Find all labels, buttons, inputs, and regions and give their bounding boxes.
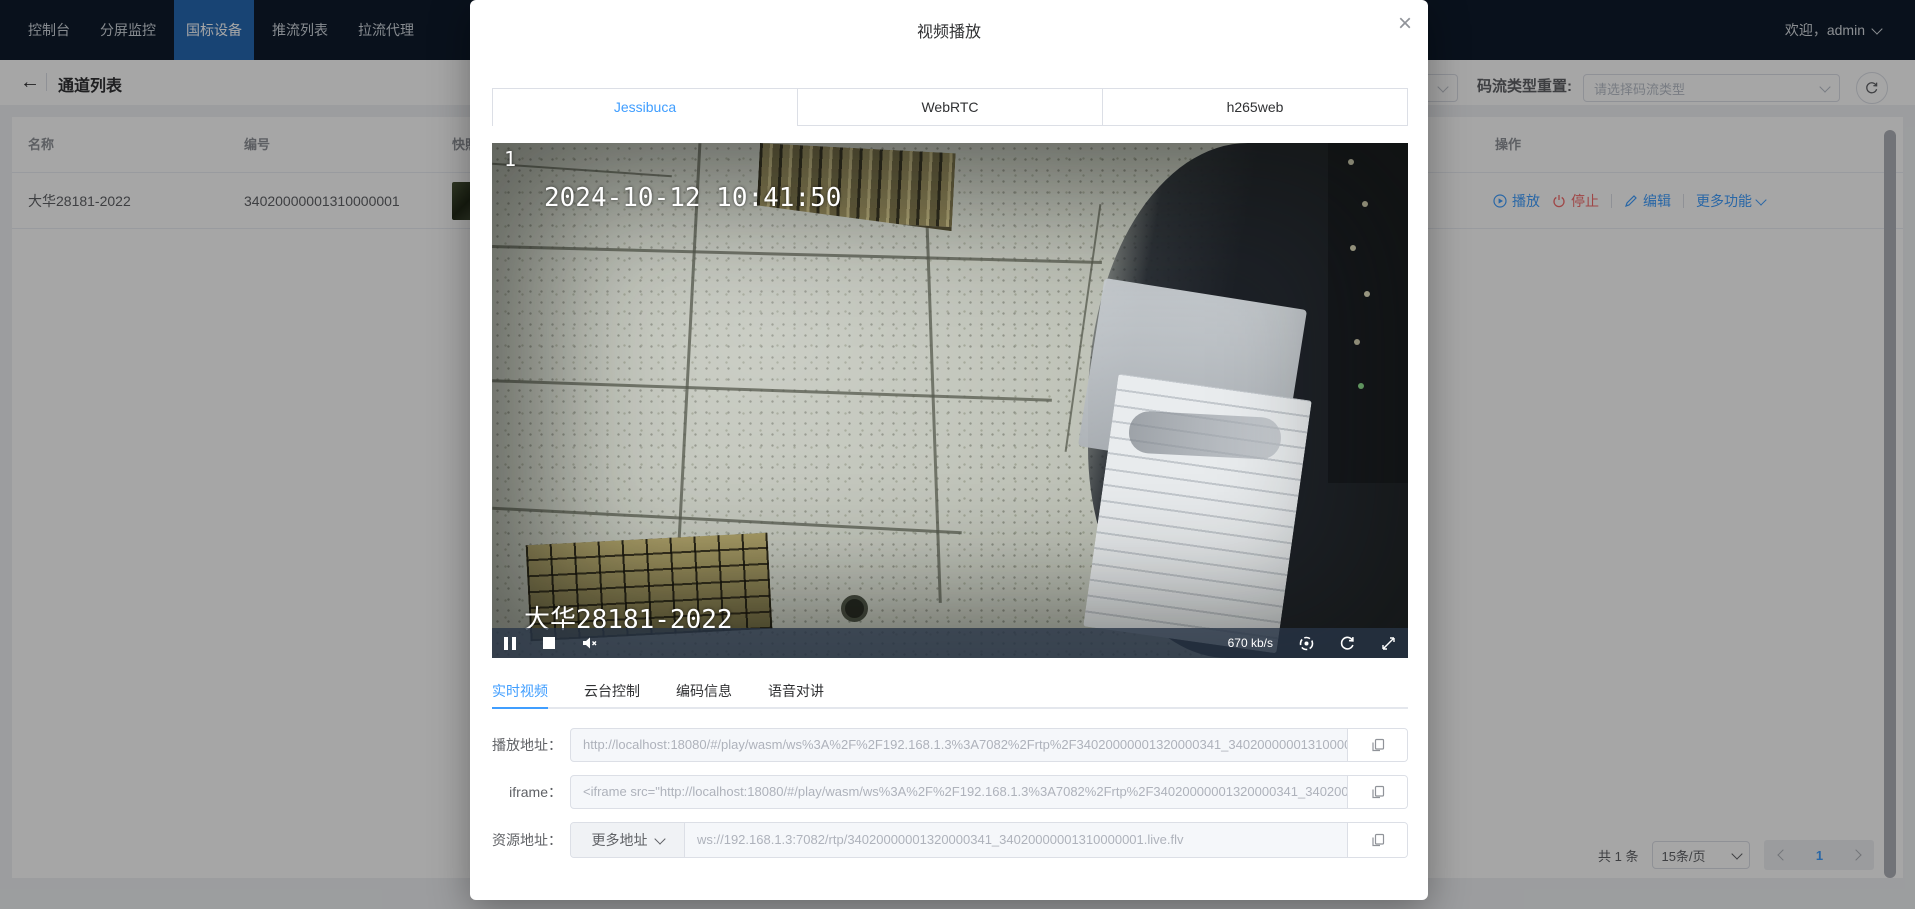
ceiling-grid-line — [492, 245, 1102, 264]
ceiling-fitting — [841, 595, 868, 622]
copy-icon — [1371, 738, 1385, 752]
fullscreen-button[interactable] — [1381, 636, 1396, 651]
tab-ptz-control[interactable]: 云台控制 — [584, 676, 640, 707]
player-control-bar: 670 kb/s — [492, 628, 1408, 658]
video-play-dialog: 视频播放 × Jessibuca WebRTC h265web 1 2024 — [470, 0, 1428, 900]
resource-url-input[interactable]: ws://192.168.1.3:7082/rtp/34020000001320… — [685, 823, 1347, 857]
aperture-icon — [1299, 636, 1314, 651]
play-url-group: http://localhost:18080/#/play/wasm/ws%3A… — [570, 728, 1408, 762]
form-row-resource-url: 资源地址： 更多地址 ws://192.168.1.3:7082/rtp/340… — [470, 822, 1428, 858]
volume-muted-icon — [582, 636, 598, 650]
reload-stream-button[interactable] — [1340, 636, 1355, 651]
osd-timestamp: 2024-10-12 10:41:50 — [544, 183, 841, 213]
expand-icon — [1381, 636, 1396, 651]
play-url-label: 播放地址： — [470, 728, 562, 762]
tab-live-video[interactable]: 实时视频 — [492, 676, 548, 707]
player-tabs: Jessibuca WebRTC h265web — [492, 88, 1408, 126]
ceiling-grid-line — [492, 163, 672, 178]
tab-voice-intercom[interactable]: 语音对讲 — [768, 676, 824, 707]
form-row-iframe: iframe： <iframe src="http://localhost:18… — [470, 775, 1428, 809]
copy-resource-url-button[interactable] — [1347, 823, 1407, 857]
iframe-group: <iframe src="http://localhost:18080/#/pl… — [570, 775, 1408, 809]
copy-play-url-button[interactable] — [1347, 729, 1407, 761]
tab-jessibuca[interactable]: Jessibuca — [493, 89, 797, 126]
dialog-title: 视频播放 — [470, 18, 1428, 42]
refresh-icon — [1340, 636, 1355, 651]
copy-icon — [1371, 833, 1385, 847]
info-tabs: 实时视频 云台控制 编码信息 语音对讲 — [492, 676, 1408, 709]
resource-url-label: 资源地址： — [470, 822, 562, 858]
copy-icon — [1371, 785, 1385, 799]
stop-playback-button[interactable] — [543, 637, 555, 649]
copy-iframe-button[interactable] — [1347, 776, 1407, 808]
iframe-label: iframe： — [470, 775, 562, 809]
ceiling-grid-line — [925, 213, 942, 603]
monitor-screen-document — [1083, 374, 1312, 654]
dark-column-with-lights — [1328, 143, 1408, 483]
snapshot-button[interactable] — [1299, 636, 1314, 651]
more-address-button[interactable]: 更多地址 — [571, 823, 685, 857]
tab-encoding-info[interactable]: 编码信息 — [676, 676, 732, 707]
video-player: 1 2024-10-12 10:41:50 大华28181-2022 — [492, 143, 1408, 658]
resource-url-group: 更多地址 ws://192.168.1.3:7082/rtp/340200000… — [570, 822, 1408, 858]
pause-button[interactable] — [504, 637, 516, 650]
player-controls-left — [504, 636, 598, 650]
ceiling-grid-line — [492, 379, 1052, 402]
chevron-down-icon — [654, 833, 665, 844]
more-address-label: 更多地址 — [592, 830, 648, 850]
iframe-input[interactable]: <iframe src="http://localhost:18080/#/pl… — [571, 776, 1347, 808]
ceiling-grid-line — [492, 507, 962, 535]
player-controls-right: 670 kb/s — [1228, 636, 1396, 651]
osd-channel-number: 1 — [504, 147, 516, 171]
app-root: 控制台 分屏监控 国标设备 推流列表 拉流代理 欢迎，admin ← 通道列表 … — [0, 0, 1915, 909]
bitrate-text: 670 kb/s — [1228, 636, 1273, 650]
close-icon[interactable]: × — [1398, 12, 1412, 36]
tab-webrtc[interactable]: WebRTC — [797, 89, 1102, 126]
form-row-play-url: 播放地址： http://localhost:18080/#/play/wasm… — [470, 728, 1428, 762]
document-shadow — [1128, 410, 1282, 460]
play-url-input[interactable]: http://localhost:18080/#/play/wasm/ws%3A… — [571, 729, 1347, 761]
mute-button[interactable] — [582, 636, 598, 650]
tab-h265web[interactable]: h265web — [1102, 89, 1407, 126]
